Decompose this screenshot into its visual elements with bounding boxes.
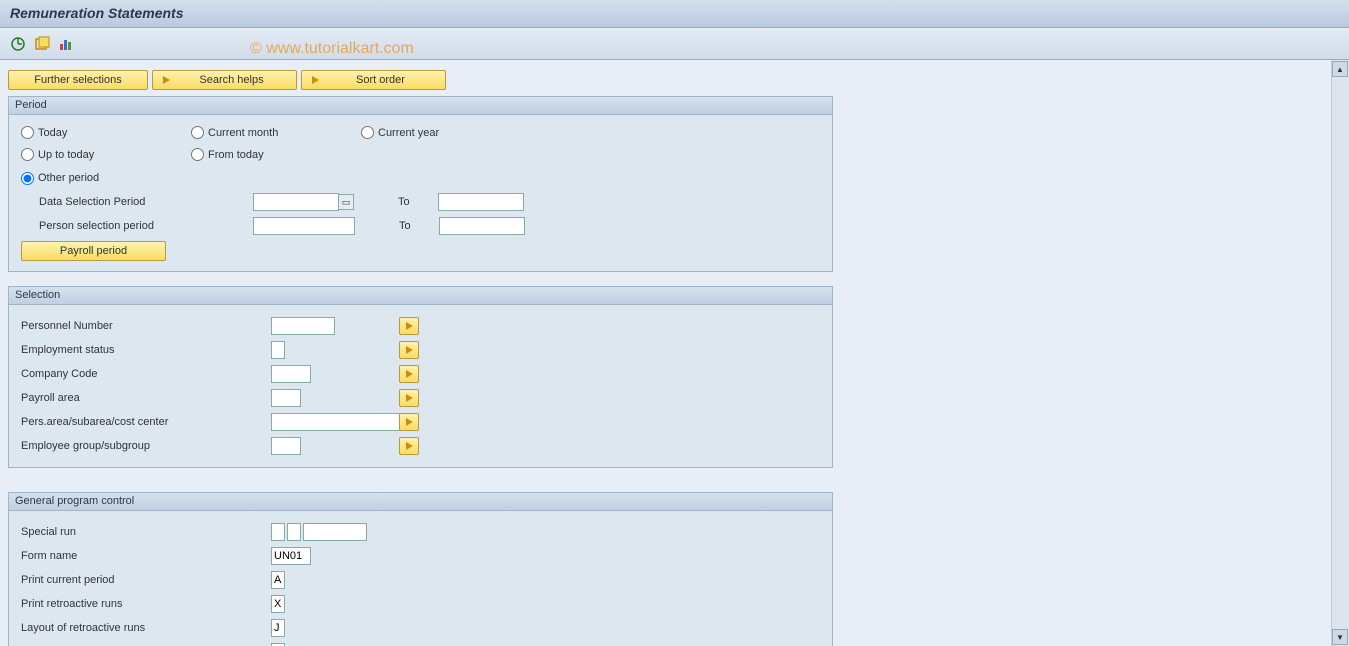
app-toolbar	[0, 28, 1349, 60]
to-label: To	[398, 196, 438, 208]
multiple-selection-button[interactable]	[399, 341, 419, 359]
radio-up-to-today[interactable]: Up to today	[21, 148, 94, 161]
group-header: Period	[9, 97, 832, 115]
main-content: Further selections Search helps Sort ord…	[0, 60, 1349, 646]
print-current-input[interactable]	[271, 571, 285, 589]
further-selections-button[interactable]: Further selections	[8, 70, 148, 90]
radio-current-month[interactable]: Current month	[191, 126, 278, 139]
data-selection-to-input[interactable]	[438, 193, 524, 211]
payroll-period-label: Payroll period	[60, 245, 127, 257]
employee-group-input[interactable]	[271, 437, 301, 455]
form-name-label: Form name	[21, 550, 271, 562]
radio-label: Today	[38, 127, 67, 139]
radio-from-today[interactable]: From today	[191, 148, 264, 161]
multiple-selection-button[interactable]	[399, 389, 419, 407]
print-current-label: Print current period	[21, 574, 271, 586]
to-label: To	[399, 220, 439, 232]
employment-status-label: Employment status	[21, 344, 271, 356]
search-helps-label: Search helps	[199, 74, 263, 86]
arrow-right-icon	[402, 415, 416, 429]
payroll-period-button[interactable]: Payroll period	[21, 241, 166, 261]
layout-retro-input[interactable]	[271, 619, 285, 637]
arrow-right-icon	[159, 73, 173, 87]
special-run-input-2[interactable]	[287, 523, 301, 541]
data-selection-period-label: Data Selection Period	[39, 196, 253, 208]
special-run-input-3[interactable]	[303, 523, 367, 541]
page-title: Remuneration Statements	[10, 5, 183, 21]
layout-retro-label: Layout of retroactive runs	[21, 622, 271, 634]
radio-label: Up to today	[38, 149, 94, 161]
radio-label: Other period	[38, 172, 99, 184]
radio-label: Current month	[208, 127, 278, 139]
person-selection-period-label: Person selection period	[39, 220, 253, 232]
search-helps-button[interactable]: Search helps	[152, 70, 297, 90]
arrow-right-icon	[402, 343, 416, 357]
data-selection-from-input[interactable]	[253, 193, 339, 211]
group-header: Selection	[9, 287, 832, 305]
company-code-input[interactable]	[271, 365, 311, 383]
special-run-input-1[interactable]	[271, 523, 285, 541]
person-selection-from-input[interactable]	[253, 217, 355, 235]
selection-group: Selection Personnel Number Employment st…	[8, 286, 833, 468]
arrow-right-icon	[402, 319, 416, 333]
general-group: General program control Special run Form…	[8, 492, 833, 646]
multiple-selection-button[interactable]	[399, 413, 419, 431]
arrow-right-icon	[402, 439, 416, 453]
execute-icon[interactable]	[8, 34, 28, 54]
period-group: Period Today Current month Current year …	[8, 96, 833, 272]
group-header: General program control	[9, 493, 832, 511]
print-retro-label: Print retroactive runs	[21, 598, 271, 610]
value-help-icon[interactable]: ▭	[338, 194, 354, 210]
print-retro-input[interactable]	[271, 595, 285, 613]
pers-area-input[interactable]	[271, 413, 409, 431]
scroll-up-icon[interactable]: ▲	[1332, 61, 1348, 77]
radio-current-year[interactable]: Current year	[361, 126, 439, 139]
arrow-right-icon	[308, 73, 322, 87]
radio-label: From today	[208, 149, 264, 161]
special-run-label: Special run	[21, 526, 271, 538]
radio-today[interactable]: Today	[21, 126, 67, 139]
company-code-label: Company Code	[21, 368, 271, 380]
arrow-right-icon	[402, 367, 416, 381]
radio-label: Current year	[378, 127, 439, 139]
sort-order-button[interactable]: Sort order	[301, 70, 446, 90]
multiple-selection-button[interactable]	[399, 317, 419, 335]
bar-chart-icon[interactable]	[56, 34, 76, 54]
scrollbar[interactable]: ▲ ▼	[1331, 60, 1349, 646]
payroll-area-label: Payroll area	[21, 392, 271, 404]
title-bar: Remuneration Statements	[0, 0, 1349, 28]
employee-group-label: Employee group/subgroup	[21, 440, 271, 452]
payroll-area-input[interactable]	[271, 389, 301, 407]
personnel-number-label: Personnel Number	[21, 320, 271, 332]
further-selections-label: Further selections	[34, 74, 121, 86]
scroll-down-icon[interactable]: ▼	[1332, 629, 1348, 645]
multiple-selection-button[interactable]	[399, 437, 419, 455]
multiple-selection-button[interactable]	[399, 365, 419, 383]
action-row: Further selections Search helps Sort ord…	[8, 70, 1341, 90]
sort-order-label: Sort order	[356, 74, 405, 86]
employment-status-input[interactable]	[271, 341, 285, 359]
variant-icon[interactable]	[32, 34, 52, 54]
person-selection-to-input[interactable]	[439, 217, 525, 235]
radio-other-period[interactable]: Other period	[21, 172, 99, 185]
pers-area-label: Pers.area/subarea/cost center	[21, 416, 271, 428]
personnel-number-input[interactable]	[271, 317, 335, 335]
arrow-right-icon	[402, 391, 416, 405]
form-name-input[interactable]	[271, 547, 311, 565]
